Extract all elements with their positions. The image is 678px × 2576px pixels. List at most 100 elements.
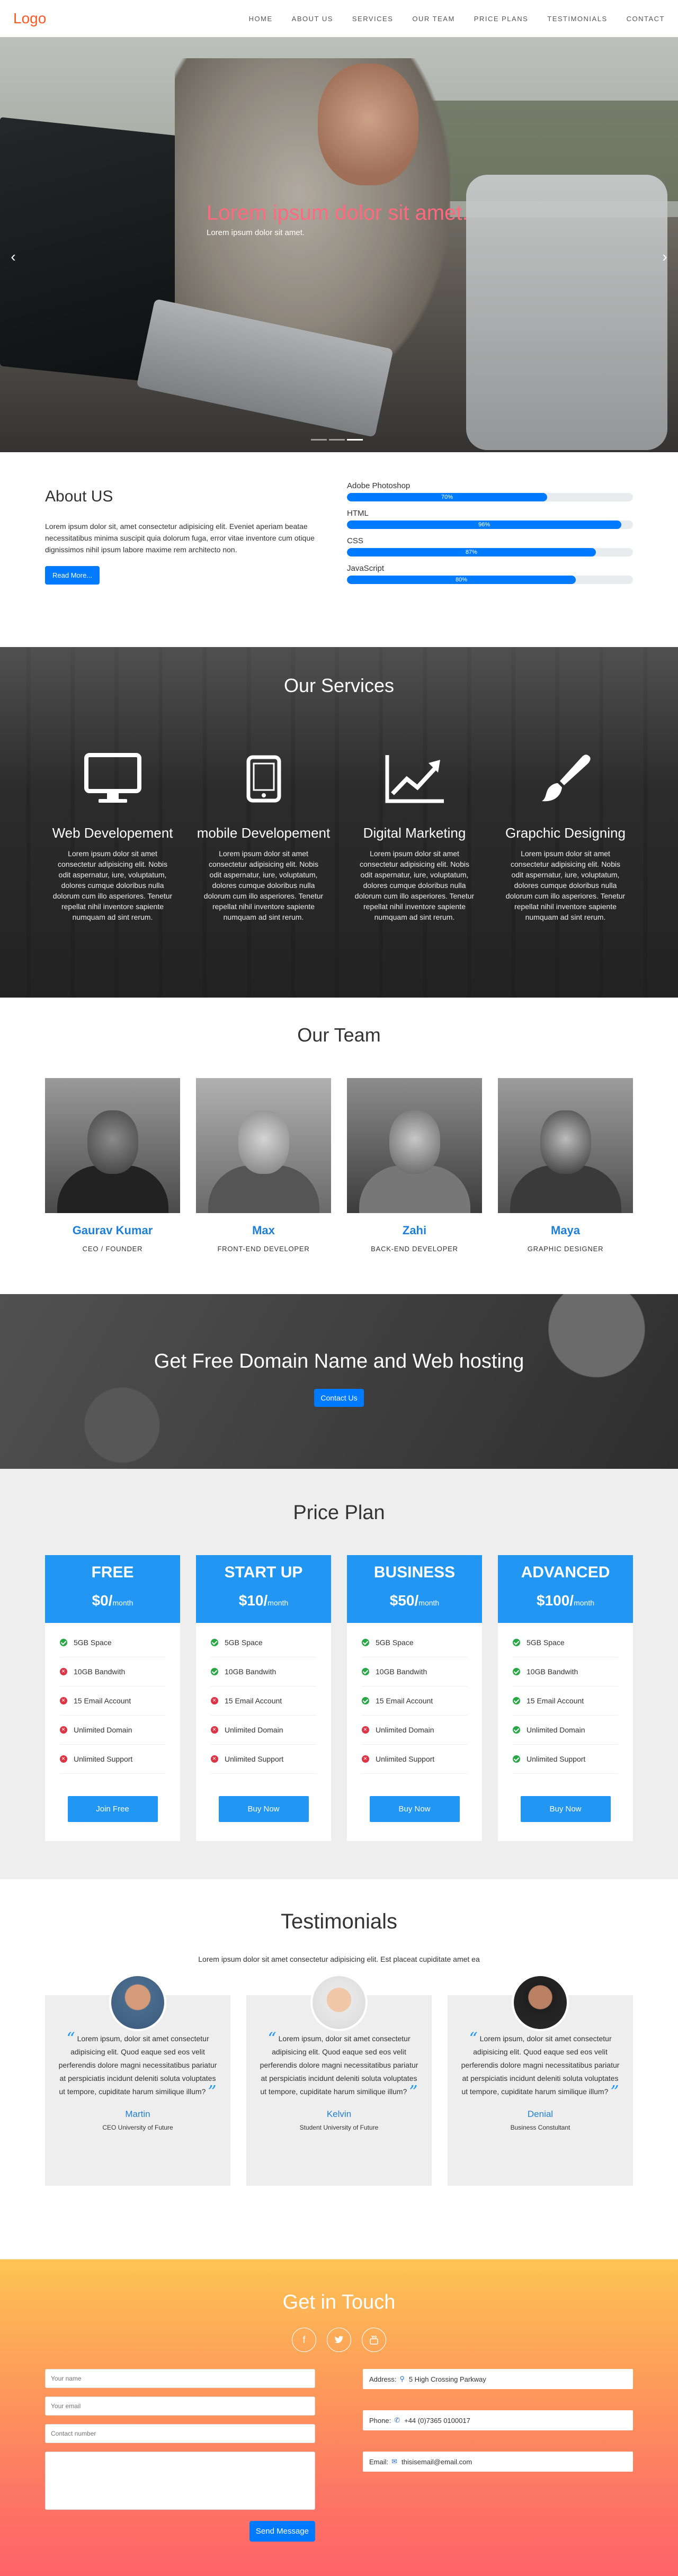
address-value: 5 High Crossing Parkway — [408, 2375, 486, 2383]
check-circle-icon — [513, 1639, 520, 1646]
plan-button[interactable]: Buy Now — [369, 1796, 460, 1822]
service-card: Digital Marketing Lorem ipsum dolor sit … — [347, 750, 482, 922]
plan-price: $100/month — [498, 1592, 633, 1609]
plan-feature-text: Unlimited Support — [74, 1754, 133, 1763]
message-field[interactable] — [45, 2452, 315, 2510]
times-circle-icon — [362, 1724, 369, 1735]
about-paragraph: Lorem ipsum dolor sit, amet consectetur … — [45, 522, 315, 554]
plan-feature: 15 Email Account — [211, 1686, 316, 1716]
plan-name: FREE — [91, 1564, 134, 1581]
email-field[interactable] — [45, 2397, 315, 2416]
quote-close-icon: ” — [208, 2081, 217, 2102]
hero-caption: Lorem ipsum dolor sit amet. Lorem ipsum … — [207, 201, 468, 237]
photo-face — [238, 1110, 289, 1174]
service-title: Grapchic Designing — [505, 825, 626, 841]
quote-close-icon: ” — [610, 2081, 619, 2102]
about-title: About US — [45, 488, 113, 505]
plan-feature-text: Unlimited Domain — [225, 1725, 283, 1734]
plan-feature: Unlimited Support — [60, 1745, 165, 1774]
pricing-section: Price Plan FREE $0/month 5GB Space 10GB Ban… — [0, 1469, 678, 1879]
progress-fill: 70% — [347, 493, 547, 501]
phone-row: Phone: ✆ +44 (0)7365 0100017 — [363, 2410, 633, 2430]
plan-feature-text: 10GB Bandwith — [74, 1667, 126, 1676]
facebook-icon[interactable]: f — [292, 2328, 316, 2352]
phone-icon: ✆ — [394, 2416, 400, 2424]
plan-feature-text: 15 Email Account — [74, 1696, 131, 1705]
check-circle-icon — [60, 1639, 67, 1646]
email-value[interactable]: thisisemail@email.com — [402, 2458, 472, 2466]
price-plan-card: BUSINESS $50/month 5GB Space 10GB Bandwith 1… — [347, 1555, 482, 1841]
team-photo — [45, 1078, 180, 1213]
plan-feature-text: 15 Email Account — [527, 1696, 584, 1705]
youtube-icon[interactable] — [362, 2328, 386, 2352]
phone-field[interactable] — [45, 2424, 315, 2443]
plan-feature-text: 5GB Space — [376, 1638, 414, 1647]
testimonial-position: Student University of Future — [299, 2124, 379, 2131]
plan-feature: 15 Email Account — [362, 1686, 467, 1716]
testimonial-name: Kelvin — [326, 2109, 352, 2119]
service-title: Digital Marketing — [363, 825, 466, 841]
carousel-indicator-active[interactable] — [347, 439, 363, 441]
plan-feature-text: Unlimited Support — [527, 1754, 586, 1763]
hero-carousel: Lorem ipsum dolor sit amet. Lorem ipsum … — [0, 37, 678, 452]
plan-feature: 15 Email Account — [60, 1686, 165, 1716]
name-field[interactable] — [45, 2369, 315, 2388]
services-section: Our Services Web Developement Lorem ipsu… — [0, 647, 678, 998]
send-message-button[interactable]: Send Message — [249, 2521, 315, 2542]
member-name: Maya — [550, 1224, 581, 1237]
chevron-left-icon[interactable]: ‹ — [5, 249, 21, 265]
quote-open-icon: “ — [267, 2029, 276, 2049]
plan-feature-text: 10GB Bandwith — [225, 1667, 276, 1676]
logo[interactable]: Logo — [13, 10, 46, 27]
progress-fill: 87% — [347, 548, 596, 557]
plan-button[interactable]: Join Free — [67, 1796, 158, 1822]
team-photo — [347, 1078, 482, 1213]
skill-item: Adobe Photoshop 70% — [347, 481, 633, 501]
social-links: f — [45, 2328, 633, 2352]
contact-us-button[interactable]: Contact Us — [314, 1389, 364, 1407]
read-more-button[interactable]: Read More... — [45, 566, 100, 585]
contact-title: Get in Touch — [282, 2291, 396, 2313]
nav-item-home[interactable]: HOME — [249, 15, 273, 23]
plan-button[interactable]: Buy Now — [218, 1796, 309, 1822]
nav-menu: HOME ABOUT US SERVICES OUR TEAM PRICE PL… — [230, 15, 665, 23]
testimonial-card: “ Lorem ipsum, dolor sit amet consectetu… — [246, 1974, 432, 2186]
contact-form: Send Message — [45, 2369, 315, 2542]
testimonials-title: Testimonials — [280, 1910, 398, 1933]
service-text: Lorem ipsum dolor sit amet consectetur a… — [52, 849, 173, 921]
times-circle-icon — [60, 1666, 67, 1676]
carousel-indicator[interactable] — [329, 439, 345, 441]
nav-item-services[interactable]: SERVICES — [352, 15, 394, 23]
nav-item-about[interactable]: ABOUT US — [292, 15, 333, 23]
map-marker-icon: ⚲ — [399, 2375, 405, 2383]
testimonial-card: “ Lorem ipsum, dolor sit amet consectetu… — [448, 1974, 633, 2186]
monitor-icon — [45, 750, 180, 808]
plan-button[interactable]: Buy Now — [520, 1796, 611, 1822]
plan-feature: 5GB Space — [513, 1628, 618, 1657]
team-member: Max FRONT-END DEVELOPER — [196, 1078, 331, 1253]
plan-feature: 10GB Bandwith — [513, 1657, 618, 1686]
plan-name: ADVANCED — [521, 1564, 610, 1581]
nav-item-testimonials[interactable]: TESTIMONIALS — [547, 15, 607, 23]
nav-item-contact[interactable]: CONTACT — [627, 15, 665, 23]
team-section: Our Team Gaurav Kumar CEO / FOUNDER Max … — [0, 998, 678, 1294]
skill-name: CSS — [347, 536, 363, 545]
chevron-right-icon[interactable]: › — [657, 249, 673, 265]
quote-open-icon: “ — [469, 2029, 478, 2049]
service-text: Lorem ipsum dolor sit amet consectetur a… — [203, 849, 324, 921]
carousel-indicator[interactable] — [311, 439, 327, 441]
testimonial-name: Martin — [125, 2109, 150, 2119]
nav-item-price-plans[interactable]: PRICE PLANS — [474, 15, 528, 23]
plan-header: ADVANCED $100/month — [498, 1555, 633, 1623]
team-member: Gaurav Kumar CEO / FOUNDER — [45, 1078, 180, 1253]
plan-feature-text: 10GB Bandwith — [527, 1667, 578, 1676]
skill-name: JavaScript — [347, 564, 385, 573]
plan-feature: 5GB Space — [60, 1628, 165, 1657]
plan-feature: 10GB Bandwith — [362, 1657, 467, 1686]
service-card: mobile Developement Lorem ipsum dolor si… — [196, 750, 331, 922]
check-circle-icon — [211, 1639, 218, 1646]
testimonial-quote: Lorem ipsum, dolor sit amet consectetur … — [260, 2034, 418, 2096]
nav-item-team[interactable]: OUR TEAM — [412, 15, 454, 23]
twitter-icon[interactable] — [327, 2328, 351, 2352]
price-plan-card: FREE $0/month 5GB Space 10GB Bandwith 15 Ema… — [45, 1555, 180, 1841]
